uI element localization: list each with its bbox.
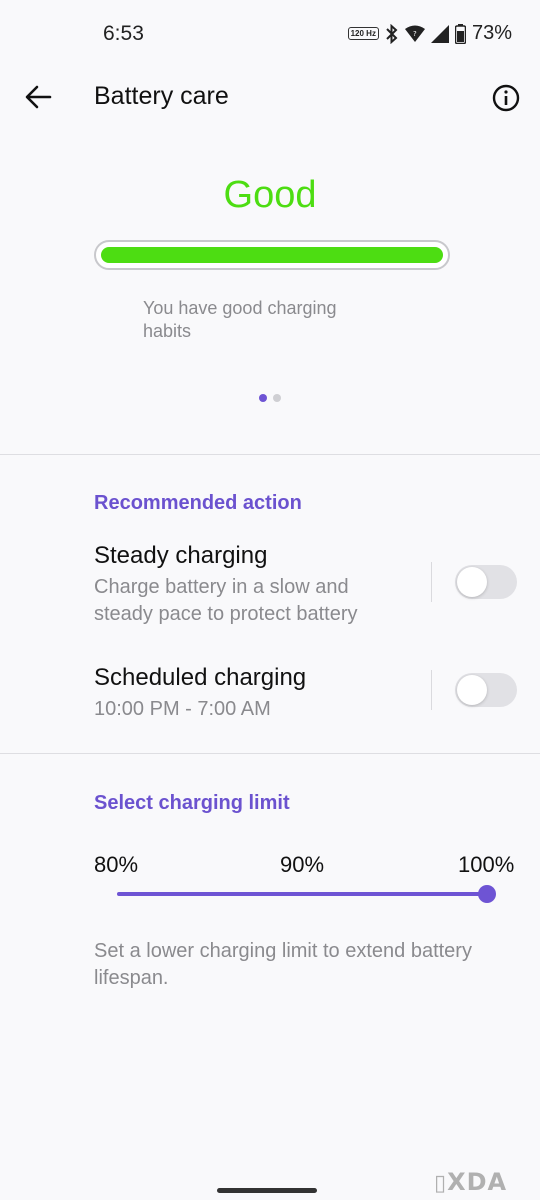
xda-watermark: ▯XDA	[434, 1168, 508, 1196]
refresh-rate-badge: 120 Hz	[347, 27, 379, 40]
scheduled-charging-title: Scheduled charging	[94, 664, 307, 691]
wifi-icon: ?	[404, 25, 425, 42]
toggle-separator	[431, 670, 432, 710]
limit-option-80[interactable]: 80%	[94, 852, 138, 878]
scheduled-charging-toggle[interactable]	[455, 673, 517, 707]
section-divider	[0, 753, 540, 754]
limit-option-90[interactable]: 90%	[280, 852, 324, 878]
svg-text:?: ?	[413, 30, 417, 38]
battery-health-bar	[94, 240, 450, 270]
pager-dots	[0, 394, 540, 402]
pager-dot-2[interactable]	[273, 394, 281, 402]
gesture-nav-handle[interactable]	[217, 1188, 317, 1193]
battery-health-bar-fill	[101, 247, 443, 263]
arrow-left-icon[interactable]	[24, 82, 54, 112]
charging-limit-slider-thumb[interactable]	[478, 885, 496, 903]
battery-health-description: You have good charging habits	[143, 298, 337, 341]
charging-limit-description: Set a lower charging limit to extend bat…	[94, 940, 472, 989]
scheduled-charging-subtitle: 10:00 PM - 7:00 AM	[94, 698, 271, 720]
watermark-text: XDA	[447, 1168, 508, 1196]
section-divider	[0, 454, 540, 455]
bluetooth-icon	[386, 23, 398, 44]
battery-icon	[454, 23, 466, 44]
battery-health-status: Good	[223, 174, 317, 216]
signal-icon	[430, 24, 449, 43]
charging-limit-slider-track[interactable]	[117, 892, 487, 896]
toggle-knob	[457, 567, 487, 597]
battery-percent: 73%	[471, 22, 512, 44]
steady-charging-subtitle: Charge battery in a slow and steady pace…	[94, 576, 358, 625]
status-time: 6:53	[103, 22, 144, 45]
pager-dot-1[interactable]	[259, 394, 267, 402]
toggle-knob	[457, 675, 487, 705]
steady-charging-title: Steady charging	[94, 542, 268, 569]
status-icons: 120 Hz ? 73%	[347, 22, 512, 45]
info-circle-icon[interactable]	[492, 84, 520, 112]
recommended-action-header: Recommended action	[94, 492, 302, 514]
limit-option-100[interactable]: 100%	[458, 852, 514, 878]
toggle-separator	[431, 562, 432, 602]
page-title: Battery care	[94, 82, 229, 110]
charging-limit-header: Select charging limit	[94, 792, 290, 814]
steady-charging-toggle[interactable]	[455, 565, 517, 599]
